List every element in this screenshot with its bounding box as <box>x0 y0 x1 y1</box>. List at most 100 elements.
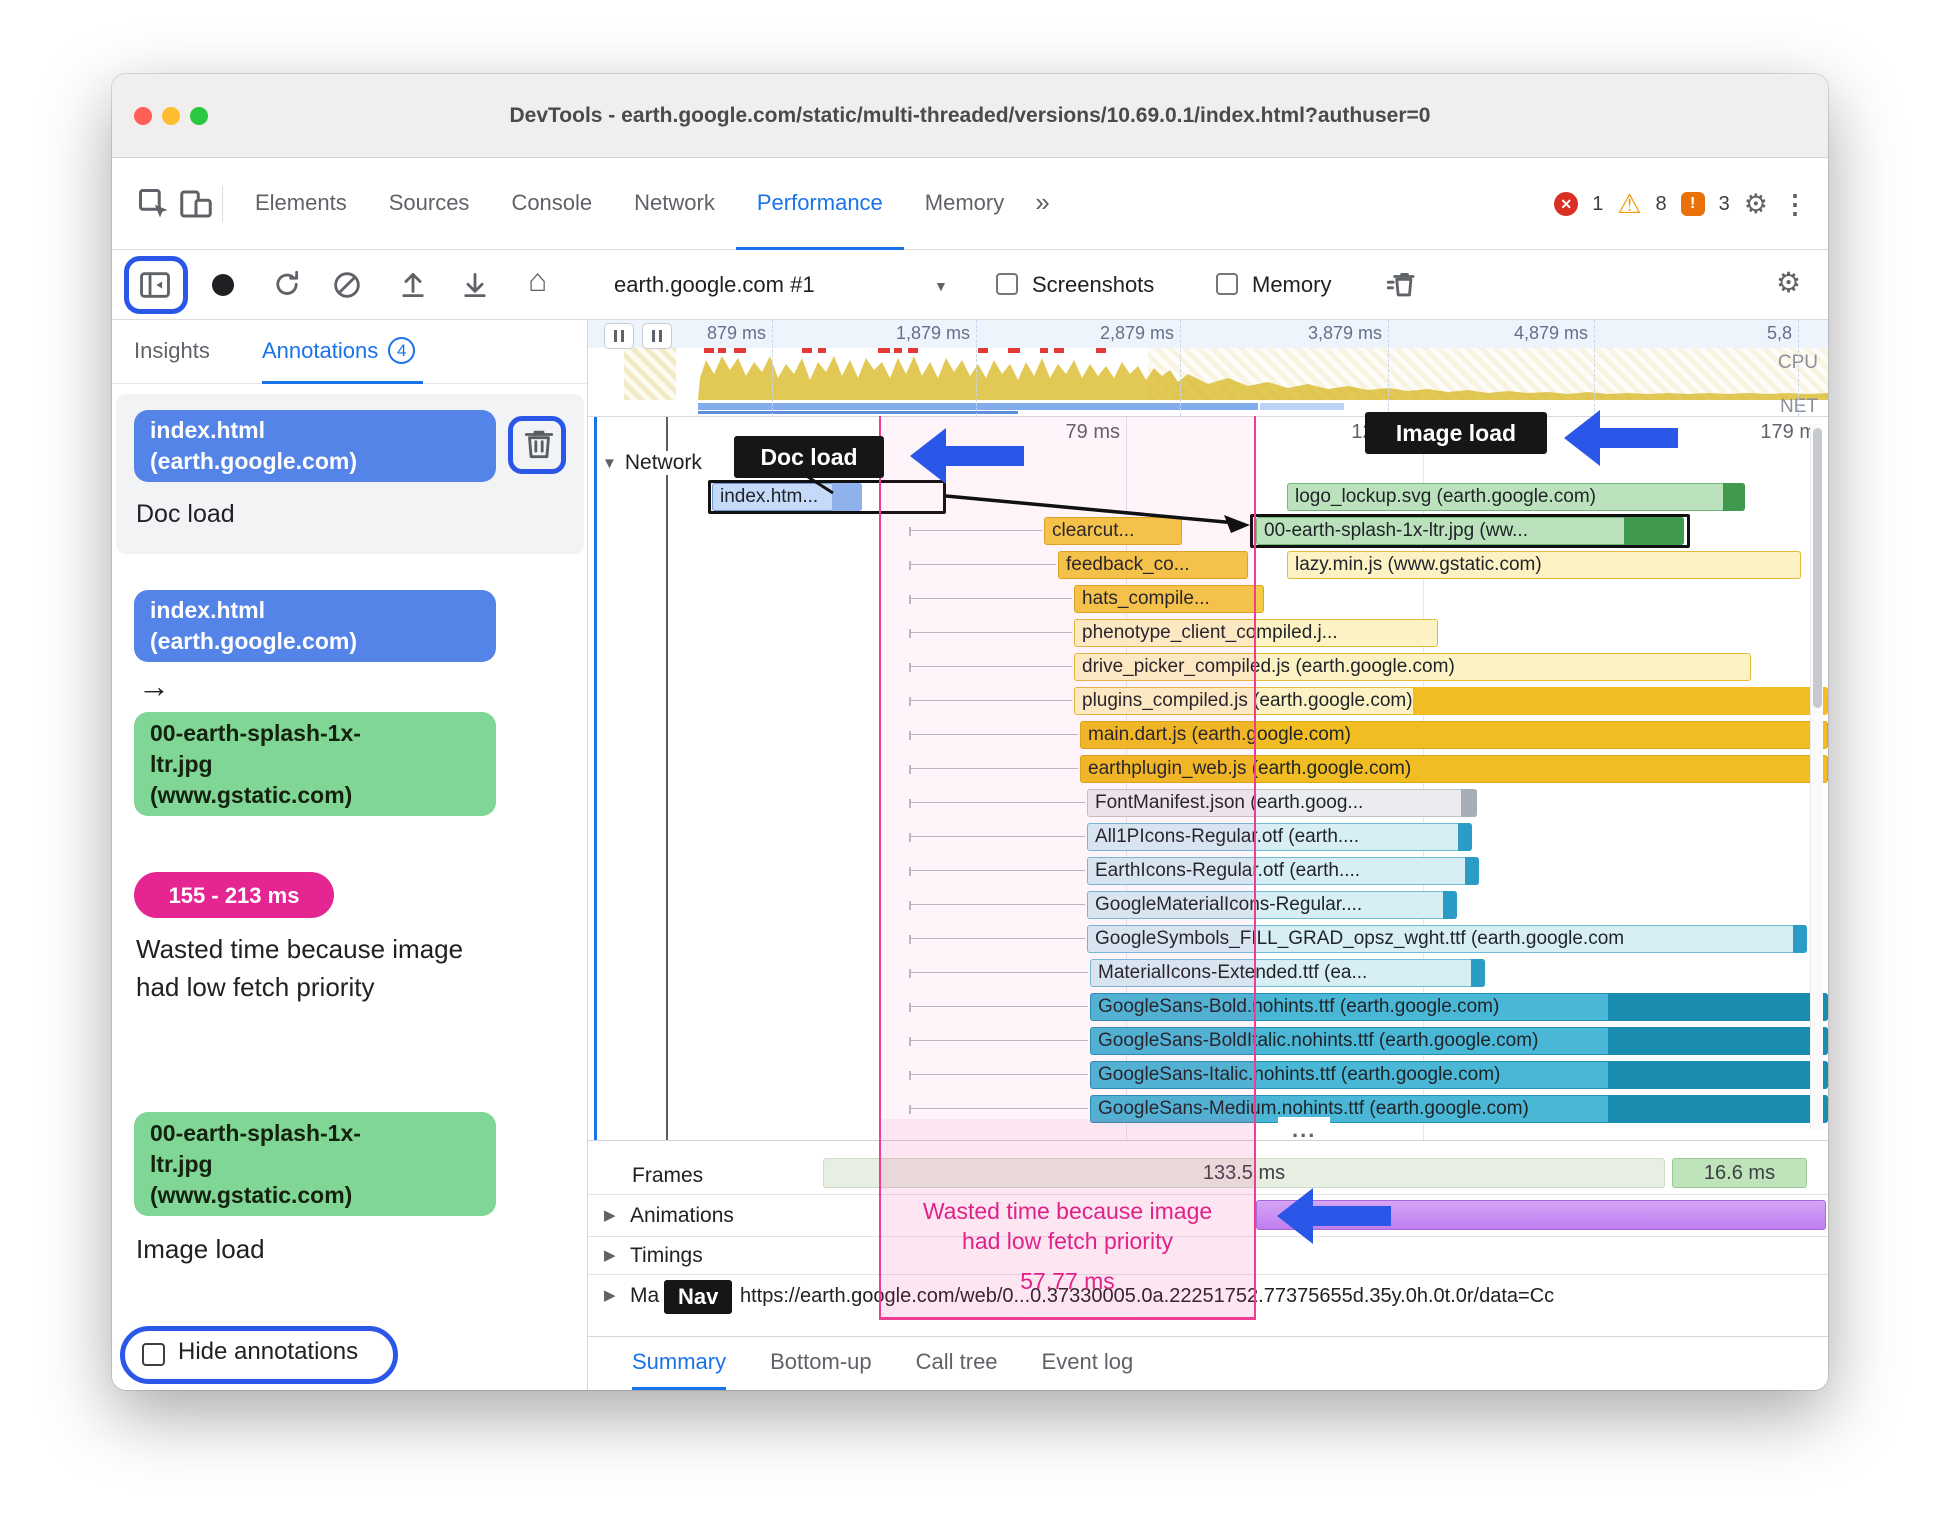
network-request-bar[interactable]: earthplugin_web.js (earth.google.com) <box>1080 755 1828 783</box>
image-load-annotation-label[interactable]: Image load <box>1365 412 1547 454</box>
home-icon[interactable]: ⌂ <box>528 262 547 299</box>
delete-annotation-icon[interactable] <box>520 424 560 468</box>
animation-bar[interactable] <box>1256 1200 1826 1230</box>
network-request-label: GoogleSans-BoldItalic.nohints.ttf (earth… <box>1098 1030 1539 1051</box>
tab-bottom-up[interactable]: Bottom-up <box>770 1337 872 1390</box>
doc-load-annotation-label[interactable]: Doc load <box>734 436 884 478</box>
frame-duration-bar[interactable]: 16.6 ms <box>1672 1158 1807 1188</box>
network-request-bar[interactable]: MaterialIcons-Extended.ttf (ea... <box>1090 959 1485 987</box>
network-request-bar[interactable]: main.dart.js (earth.google.com) <box>1080 721 1828 749</box>
network-request-bar[interactable]: clearcut... <box>1044 517 1182 545</box>
tab-call-tree[interactable]: Call tree <box>916 1337 998 1390</box>
overview-gridline <box>976 320 977 416</box>
annotation-entry-doc-load[interactable]: index.html (earth.google.com) Doc load <box>116 394 584 554</box>
network-request-bar[interactable]: EarthIcons-Regular.otf (earth.... <box>1087 857 1479 885</box>
annotation-pill-splash-image[interactable]: 00-earth-splash-1x- ltr.jpg (www.gstatic… <box>134 1112 496 1216</box>
request-connector <box>909 969 1088 978</box>
tab-insights[interactable]: Insights <box>134 320 210 384</box>
network-request-bar[interactable]: phenotype_client_compiled.j... <box>1074 619 1438 647</box>
net-label: NET <box>1780 396 1818 417</box>
network-request-label: feedback_co... <box>1066 554 1190 575</box>
network-request-bar[interactable]: lazy.min.js (www.gstatic.com) <box>1287 551 1801 579</box>
scrollbar-thumb[interactable] <box>1813 428 1822 708</box>
frame-duration-bar[interactable]: 133.5 ms <box>823 1158 1665 1188</box>
network-request-bar[interactable]: hats_compile... <box>1074 585 1264 613</box>
network-request-bar[interactable]: GoogleSans-BoldItalic.nohints.ttf (earth… <box>1090 1027 1828 1055</box>
annotations-tab-label: Annotations <box>262 337 379 363</box>
request-chunk <box>832 483 862 511</box>
details-tab-bar: Summary Bottom-up Call tree Event log <box>588 1336 1828 1390</box>
performance-main-panel: 879 ms 1,879 ms 2,879 ms 3,879 ms 4,879 ms 5,… <box>588 74 1828 1390</box>
main-collapse-icon[interactable]: ▶ <box>604 1286 616 1304</box>
annotation-pill-splash-image-link[interactable]: 00-earth-splash-1x- ltr.jpg (www.gstatic… <box>134 712 496 816</box>
animations-collapse-icon[interactable]: ▶ <box>604 1206 616 1224</box>
tab-summary[interactable]: Summary <box>632 1337 727 1390</box>
request-chunk <box>1443 891 1457 919</box>
nav-marker-label[interactable]: Nav <box>664 1280 733 1314</box>
network-request-label: FontManifest.json (earth.goog... <box>1095 792 1364 813</box>
breadcrumb-pause-button-2[interactable] <box>642 323 672 349</box>
network-request-bar[interactable]: logo_lockup.svg (earth.google.com) <box>1287 483 1745 511</box>
request-connector <box>909 1037 1088 1046</box>
devtools-window: DevTools - earth.google.com/static/multi… <box>112 74 1828 1390</box>
request-connector <box>909 833 1085 842</box>
request-chunk <box>1458 823 1472 851</box>
reload-and-record-icon[interactable] <box>270 268 304 302</box>
network-request-bar[interactable]: GoogleMaterialIcons-Regular.... <box>1087 891 1457 919</box>
request-connector <box>909 527 1042 536</box>
waterfall-scrollbar[interactable] <box>1810 424 1823 1130</box>
network-request-bar[interactable]: 00-earth-splash-1x-ltr.jpg (ww... <box>1256 517 1684 545</box>
annotations-count-badge: 4 <box>388 337 416 364</box>
network-request-bar[interactable]: GoogleSans-Italic.nohints.ttf (earth.goo… <box>1090 1061 1828 1089</box>
overview-time-label: 2,879 ms <box>1099 323 1174 343</box>
annotations-sidebar: Insights Annotations 4 index.html (earth… <box>112 320 588 1390</box>
network-request-bar[interactable]: drive_picker_compiled.js (earth.google.c… <box>1074 653 1751 681</box>
overview-gridline <box>1798 320 1799 416</box>
request-connector <box>909 1105 1088 1114</box>
navigation-start-marker <box>666 417 668 1140</box>
network-request-bar[interactable]: index.htm... <box>712 483 862 511</box>
annotation-pill-index-html-link[interactable]: index.html (earth.google.com) <box>134 590 496 662</box>
clear-recording-icon[interactable] <box>330 268 364 302</box>
overview-time-label: 1,879 ms <box>895 323 970 343</box>
timeline-overview[interactable]: 879 ms 1,879 ms 2,879 ms 3,879 ms 4,879 ms 5,… <box>588 320 1828 417</box>
request-connector <box>909 799 1085 808</box>
annotation-pill-index-html[interactable]: index.html (earth.google.com) <box>134 410 496 482</box>
network-request-bar[interactable]: GoogleSans-Medium.nohints.ttf (earth.goo… <box>1090 1095 1828 1123</box>
link-arrow-icon: → <box>138 668 170 704</box>
download-profile-icon[interactable] <box>458 268 492 302</box>
hide-annotations-checkbox[interactable] <box>142 1343 165 1366</box>
timings-collapse-icon[interactable]: ▶ <box>604 1246 616 1264</box>
overview-ruler: 879 ms 1,879 ms 2,879 ms 3,879 ms 4,879 ms 5,… <box>588 320 1828 348</box>
upload-profile-icon[interactable] <box>396 268 430 302</box>
annotation-caption: Doc load <box>136 500 235 528</box>
network-request-bar[interactable]: plugins_compiled.js (earth.google.com) <box>1074 687 1828 715</box>
overview-time-label: 879 ms <box>706 323 766 343</box>
inspect-element-icon[interactable] <box>136 186 172 222</box>
toggle-sidebar-icon[interactable] <box>138 268 172 302</box>
overview-gridline <box>1388 320 1389 416</box>
tab-elements[interactable]: Elements <box>234 158 368 250</box>
network-request-bar[interactable]: All1PIcons-Regular.otf (earth.... <box>1087 823 1472 851</box>
network-request-label: index.htm... <box>720 486 819 507</box>
network-request-label: logo_lockup.svg (earth.google.com) <box>1295 486 1597 507</box>
network-activity-strip <box>698 403 1344 414</box>
breadcrumb-pause-button[interactable] <box>604 323 634 349</box>
annotation-pill-time-range[interactable]: 155 - 213 ms <box>134 872 334 918</box>
tab-event-log[interactable]: Event log <box>1042 1337 1134 1390</box>
request-connector <box>909 1003 1088 1012</box>
animations-track-label: Animations <box>630 1204 734 1227</box>
device-toolbar-icon[interactable] <box>178 186 214 222</box>
tab-sources[interactable]: Sources <box>368 158 491 250</box>
network-request-bar[interactable]: GoogleSans-Bold.nohints.ttf (earth.googl… <box>1090 993 1828 1021</box>
network-request-bar[interactable]: FontManifest.json (earth.goog... <box>1087 789 1477 817</box>
network-waterfall[interactable]: ▼ Network ... 79 ms129 ms179 mindex.htm.… <box>588 416 1828 1140</box>
network-request-label: MaterialIcons-Extended.ttf (ea... <box>1098 962 1368 983</box>
record-button[interactable] <box>212 274 234 296</box>
network-collapse-icon[interactable]: ▼ <box>602 455 617 472</box>
timings-track-label: Timings <box>630 1244 703 1267</box>
overflow-indicator[interactable]: ... <box>1278 1117 1331 1140</box>
tab-annotations[interactable]: Annotations 4 <box>262 320 424 384</box>
network-request-bar[interactable]: feedback_co... <box>1058 551 1248 579</box>
network-request-bar[interactable]: GoogleSymbols_FILL_GRAD_opsz_wght.ttf (e… <box>1087 925 1807 953</box>
